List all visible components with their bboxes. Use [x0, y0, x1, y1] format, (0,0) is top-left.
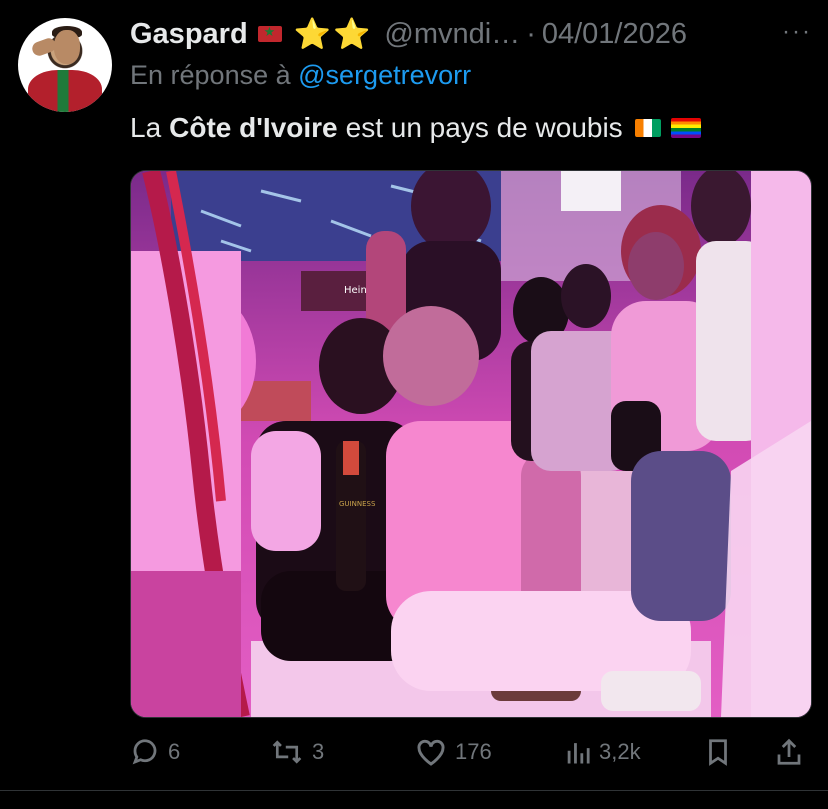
- more-options-icon[interactable]: ···: [782, 18, 812, 46]
- avatar-face: [54, 30, 80, 64]
- tweet-text: La Côte d'Ivoire est un pays de woubis: [130, 112, 701, 144]
- bookmark-icon: [709, 739, 727, 766]
- repost-icon: [272, 740, 302, 764]
- views-chart-icon: [567, 743, 590, 764]
- author-handle[interactable]: @mvndi…: [384, 18, 520, 51]
- author-avatar[interactable]: [18, 18, 112, 112]
- tweet-text-start: La: [130, 112, 162, 143]
- tweet-header: Gaspard ⭐⭐ @mvndi… · 04/01/2026: [130, 12, 818, 56]
- reply-count: 6: [168, 739, 181, 764]
- bottle-label: GUINNESS: [339, 500, 376, 508]
- avatar-shirt: [28, 70, 102, 112]
- reply-icon: [132, 739, 157, 765]
- like-button[interactable]: 176: [415, 730, 492, 774]
- separator-dot: ·: [526, 17, 536, 50]
- morocco-flag-icon: [257, 24, 282, 42]
- views-count: 3,2k: [599, 739, 641, 764]
- photo-illustration: Heine GUINNESS: [131, 171, 811, 717]
- action-bar: 6 3 176 3,2k: [130, 730, 810, 774]
- reply-mention-link[interactable]: @sergetrevorr: [298, 60, 471, 90]
- tweet-divider: [0, 790, 828, 791]
- ivory-coast-flag-icon: [634, 119, 661, 137]
- star-emoji-badges: ⭐⭐: [293, 17, 373, 51]
- tweet-photo[interactable]: Heine GUINNESS: [130, 170, 812, 718]
- tweet-text-end: est un pays de woubis: [345, 112, 623, 143]
- avatar-salute-hand: [30, 36, 58, 58]
- bookmark-button[interactable]: [705, 730, 731, 774]
- author-name[interactable]: Gaspard: [130, 18, 248, 51]
- reply-button[interactable]: 6: [130, 730, 180, 774]
- repost-button[interactable]: 3: [270, 730, 324, 774]
- share-icon: [777, 738, 801, 765]
- share-button[interactable]: [775, 730, 803, 774]
- heart-icon: [417, 739, 445, 766]
- reply-context: En réponse à @sergetrevorr: [130, 60, 471, 91]
- reply-prefix: En réponse à: [130, 60, 291, 90]
- rainbow-flag-icon: [670, 118, 701, 138]
- repost-count: 3: [312, 739, 325, 764]
- views-button[interactable]: 3,2k: [565, 730, 641, 774]
- like-count: 176: [455, 739, 492, 764]
- tweet-text-bold: Côte d'Ivoire: [169, 112, 338, 143]
- tweet-date[interactable]: 04/01/2026: [542, 18, 687, 51]
